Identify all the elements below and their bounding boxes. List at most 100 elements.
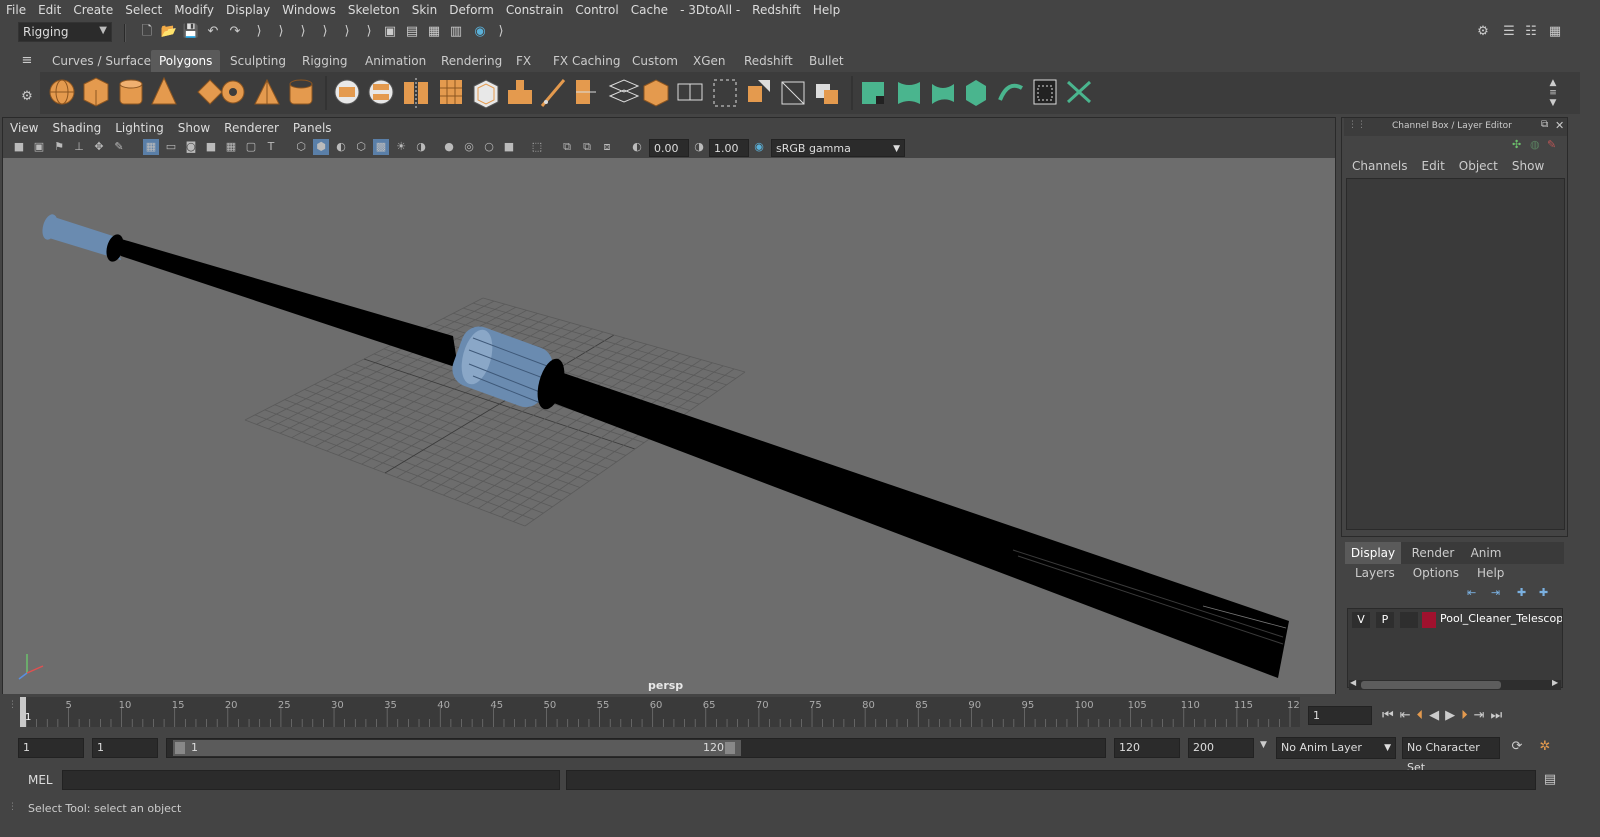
mirror-icon[interactable] xyxy=(404,78,428,108)
open-scene-icon[interactable]: 📂 xyxy=(160,23,178,41)
attribute-editor-icon[interactable]: ☰ xyxy=(1500,23,1518,41)
tab-fx-caching[interactable]: FX Caching xyxy=(545,50,628,72)
panel-menu-renderer[interactable]: Renderer xyxy=(217,121,286,135)
uv-cut-sew-icon[interactable] xyxy=(1066,80,1092,104)
save-scene-icon[interactable]: 💾 xyxy=(182,23,200,41)
auto-keyframe-icon[interactable]: ⟳ xyxy=(1508,738,1526,756)
panel-menu-panels[interactable]: Panels xyxy=(286,121,339,135)
layer-row[interactable]: V P Pool_Cleaner_Telescopic xyxy=(1350,611,1562,629)
bridge-icon[interactable] xyxy=(643,79,669,107)
step-forward-frame-icon[interactable]: ⏵ xyxy=(1461,708,1468,723)
insert-edge-loop-icon[interactable] xyxy=(576,80,596,104)
shadows-icon[interactable]: ◑ xyxy=(413,139,429,155)
append-polygon-icon[interactable] xyxy=(677,83,703,101)
redo-icon[interactable]: ↷ xyxy=(226,23,244,41)
move-layer-down-icon[interactable]: ⇥ xyxy=(1491,586,1500,599)
boolean-icon[interactable] xyxy=(816,84,838,104)
fill-hole-icon[interactable] xyxy=(713,79,737,107)
uv-cylindrical-icon[interactable] xyxy=(898,82,920,104)
menu-modify[interactable]: Modify xyxy=(168,3,220,17)
layer-color-swatch[interactable] xyxy=(1422,612,1436,628)
float-panel-icon[interactable]: ⧉ xyxy=(1541,119,1548,130)
command-input[interactable] xyxy=(62,770,560,790)
panel-menu-show[interactable]: Show xyxy=(171,121,217,135)
poly-plane-icon[interactable] xyxy=(197,79,223,105)
layer-name[interactable]: Pool_Cleaner_Telescopic xyxy=(1440,612,1562,625)
snap-arrow-icon[interactable]: ⟩ xyxy=(360,23,378,41)
menu-file[interactable]: File xyxy=(0,3,32,17)
panel-menu-shading[interactable]: Shading xyxy=(45,121,108,135)
xray-active-icon[interactable]: ⧉ xyxy=(579,139,595,155)
uv-editor-icon[interactable] xyxy=(1033,79,1057,105)
safe-title-icon[interactable]: T xyxy=(263,139,279,155)
channel-menu-edit[interactable]: Edit xyxy=(1422,159,1445,173)
snap-arrow-icon[interactable]: ⟩ xyxy=(316,23,334,41)
step-back-frame-icon[interactable]: ⏴ xyxy=(1417,708,1424,723)
tab-animation[interactable]: Animation xyxy=(357,50,434,72)
bookmark-icon[interactable]: ⚑ xyxy=(51,139,67,155)
range-slider[interactable]: 1 120 xyxy=(166,738,1106,758)
snap-arrow-icon[interactable]: ⟩ xyxy=(338,23,356,41)
grease-pencil-icon[interactable]: ✎ xyxy=(111,139,127,155)
hypershade-icon[interactable]: ◉ xyxy=(471,23,489,41)
poly-cylinder-icon[interactable] xyxy=(119,79,143,105)
tab-custom[interactable]: Custom xyxy=(624,50,686,72)
gamma-icon[interactable]: ◑ xyxy=(691,139,707,155)
bevel-icon[interactable] xyxy=(473,79,499,109)
exposure-icon[interactable]: ◐ xyxy=(629,139,645,155)
animation-end-field[interactable]: 200 xyxy=(1188,738,1254,758)
menu-constrain[interactable]: Constrain xyxy=(500,3,570,17)
channel-menu-object[interactable]: Object xyxy=(1459,159,1498,173)
move-layer-up-icon[interactable]: ⇤ xyxy=(1467,586,1476,599)
uv-unfold-icon[interactable] xyxy=(998,83,1023,101)
xray-icon[interactable]: ⧉ xyxy=(559,139,575,155)
animation-preferences-icon[interactable]: ✲ xyxy=(1536,738,1554,756)
range-slider-bar[interactable] xyxy=(173,740,741,756)
anti-aliasing-icon[interactable]: ○ xyxy=(481,139,497,155)
tab-polygons[interactable]: Polygons xyxy=(151,50,221,72)
screen-space-ao-icon[interactable]: ● xyxy=(441,139,457,155)
channel-menu-show[interactable]: Show xyxy=(1512,159,1544,173)
new-scene-icon[interactable]: 🗋 xyxy=(138,23,156,41)
current-frame-field[interactable]: 1 xyxy=(1308,706,1372,725)
menu-edit[interactable]: Edit xyxy=(32,3,67,17)
menuset-dropdown[interactable]: Rigging ▼ xyxy=(18,22,112,42)
tab-sculpting[interactable]: Sculpting xyxy=(222,50,294,72)
new-layer-selected-icon[interactable]: ✚ xyxy=(1539,586,1548,599)
camera-attributes-icon[interactable]: ▣ xyxy=(31,139,47,155)
render-frame-icon[interactable]: ▤ xyxy=(403,23,421,41)
panel-menu-view[interactable]: View xyxy=(3,121,45,135)
tab-redshift[interactable]: Redshift xyxy=(736,50,801,72)
target-weld-icon[interactable] xyxy=(781,81,805,105)
drag-handle-icon[interactable]: ⋮ xyxy=(8,700,17,710)
animation-start-field[interactable]: 1 xyxy=(18,738,84,758)
tab-render[interactable]: Render xyxy=(1405,542,1461,564)
menu-skin[interactable]: Skin xyxy=(406,3,444,17)
poly-pyramid-icon[interactable] xyxy=(254,78,280,105)
play-forwards-icon[interactable]: ▶ xyxy=(1445,708,1455,723)
poly-cube-icon[interactable] xyxy=(83,77,109,107)
menu-3dtoall[interactable]: - 3DtoAll - xyxy=(674,3,746,17)
telescopic-pole[interactable] xyxy=(40,213,1289,678)
tab-fx[interactable]: FX xyxy=(508,50,539,72)
extrude-icon[interactable] xyxy=(508,80,532,104)
shelf-scroll-down-icon[interactable]: ▼ xyxy=(1544,94,1562,112)
undo-icon[interactable]: ↶ xyxy=(204,23,222,41)
grid-toggle-icon[interactable]: ▦ xyxy=(143,139,159,155)
render-settings-icon[interactable]: ▥ xyxy=(447,23,465,41)
film-gate-icon[interactable]: ▭ xyxy=(163,139,179,155)
playback-end-field[interactable]: 120 xyxy=(1114,738,1180,758)
merge-icon[interactable] xyxy=(748,80,770,102)
tab-curves-surfaces[interactable]: Curves / Surfaces xyxy=(44,50,165,72)
drag-handle-icon[interactable]: ⋮ xyxy=(8,802,17,812)
menu-select[interactable]: Select xyxy=(119,3,168,17)
textured-icon[interactable]: ▩ xyxy=(373,139,389,155)
gate-mask-icon[interactable]: ■ xyxy=(203,139,219,155)
channel-box-icon[interactable]: ▦ xyxy=(1546,23,1564,41)
layer-menu-layers[interactable]: Layers xyxy=(1355,566,1395,580)
safe-action-icon[interactable]: ▢ xyxy=(243,139,259,155)
select-mode-icon[interactable]: ⟩ xyxy=(294,23,312,41)
menu-deform[interactable]: Deform xyxy=(443,3,500,17)
chevron-down-icon[interactable]: ▼ xyxy=(1260,740,1267,750)
menu-skeleton[interactable]: Skeleton xyxy=(342,3,406,17)
